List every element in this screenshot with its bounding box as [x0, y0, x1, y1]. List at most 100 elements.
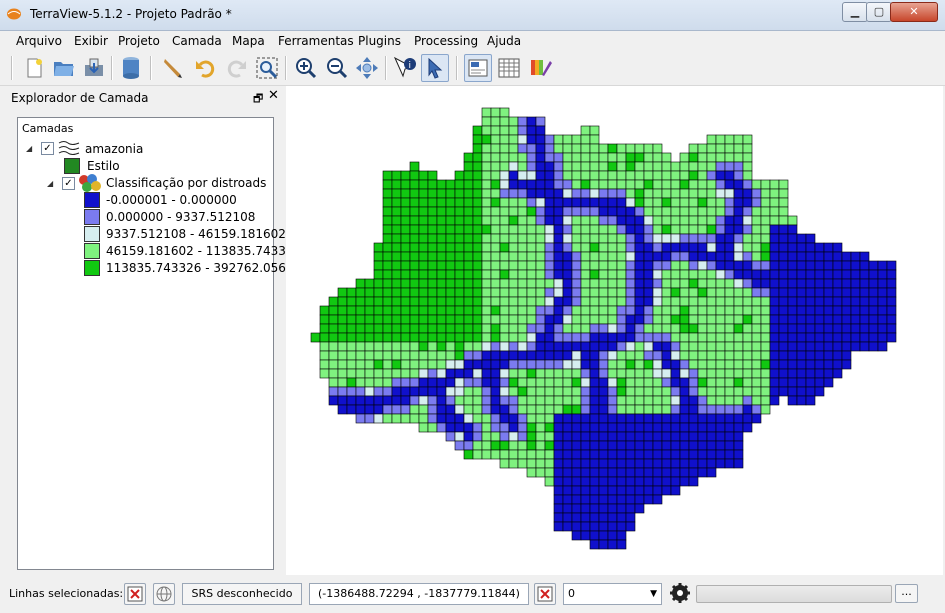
- map-cell: [580, 242, 591, 253]
- map-cell: [643, 224, 654, 235]
- select-pointer-icon[interactable]: [421, 54, 449, 82]
- map-display[interactable]: [286, 86, 943, 575]
- clear-selection-icon[interactable]: [124, 583, 146, 605]
- map-cell: [778, 251, 789, 262]
- map-cell: [706, 224, 717, 235]
- map-cell: [733, 269, 744, 280]
- more-button[interactable]: ...: [895, 584, 918, 603]
- zoom-extent-icon[interactable]: [253, 54, 281, 82]
- draw-pencil-icon[interactable]: [159, 54, 187, 82]
- menu-processing[interactable]: Processing: [414, 34, 478, 48]
- map-cell: [553, 152, 564, 163]
- map-cell: [679, 161, 690, 172]
- map-cell: [850, 269, 861, 280]
- map-cell: [562, 188, 573, 199]
- redo-icon[interactable]: [223, 54, 251, 82]
- map-cell: [499, 179, 510, 190]
- map-cell: [688, 440, 699, 451]
- layer-name[interactable]: amazonia: [85, 142, 143, 156]
- map-cell: [517, 233, 528, 244]
- map-cell: [373, 314, 384, 325]
- zoom-in-icon[interactable]: [292, 54, 320, 82]
- map-cell: [544, 296, 555, 307]
- classification-label[interactable]: Classificação por distroads: [106, 176, 266, 190]
- map-cell: [472, 314, 483, 325]
- map-cell: [535, 251, 546, 262]
- map-cell: [751, 377, 762, 388]
- menu-plugins[interactable]: Plugins: [358, 34, 401, 48]
- close-button[interactable]: ✕: [890, 2, 938, 22]
- map-cell: [517, 449, 528, 460]
- scale-combo[interactable]: 0 ▼: [563, 583, 662, 605]
- save-project-icon[interactable]: [80, 54, 108, 82]
- map-cell: [463, 188, 474, 199]
- menu-ferramentas[interactable]: Ferramentas: [278, 34, 354, 48]
- menu-camada[interactable]: Camada: [172, 34, 222, 48]
- map-cell: [562, 404, 573, 415]
- map-cell: [751, 215, 762, 226]
- globe-icon[interactable]: [153, 583, 175, 605]
- float-dock-icon[interactable]: 🗗: [253, 90, 263, 109]
- map-cell: [418, 269, 429, 280]
- map-cell: [382, 404, 393, 415]
- pan-icon[interactable]: [353, 54, 381, 82]
- map-cell: [355, 413, 366, 424]
- map-cell: [571, 170, 582, 181]
- add-layer-database-icon[interactable]: [117, 54, 145, 82]
- menu-arquivo[interactable]: Arquivo: [16, 34, 62, 48]
- map-cell: [706, 323, 717, 334]
- map-cell: [580, 413, 591, 424]
- map-cell: [508, 125, 519, 136]
- settings-gear-icon[interactable]: [669, 582, 691, 607]
- undo-icon[interactable]: [191, 54, 219, 82]
- map-cell: [643, 404, 654, 415]
- map-cell: [643, 368, 654, 379]
- chevron-down-icon[interactable]: ▼: [650, 584, 657, 604]
- menu-exibir[interactable]: Exibir: [74, 34, 108, 48]
- map-cell: [724, 323, 735, 334]
- menu-projeto[interactable]: Projeto: [118, 34, 160, 48]
- zoom-out-icon[interactable]: [323, 54, 351, 82]
- map-cell: [607, 161, 618, 172]
- display-map-icon[interactable]: [464, 54, 492, 82]
- stop-icon[interactable]: [534, 583, 556, 605]
- map-cell: [463, 386, 474, 397]
- map-cell: [526, 152, 537, 163]
- menu-ajuda[interactable]: Ajuda: [487, 34, 521, 48]
- map-cell: [562, 161, 573, 172]
- info-icon[interactable]: i: [391, 54, 419, 82]
- map-cell: [526, 296, 537, 307]
- map-cell: [544, 188, 555, 199]
- map-canvas[interactable]: [286, 86, 943, 575]
- map-cell: [643, 494, 654, 505]
- map-cell: [670, 188, 681, 199]
- map-cell: [733, 134, 744, 145]
- map-cell: [589, 404, 600, 415]
- layer-visibility-checkbox[interactable]: ✓: [41, 142, 54, 155]
- map-cell: [625, 206, 636, 217]
- classification-visibility-checkbox[interactable]: ✓: [62, 177, 75, 190]
- map-cell: [535, 215, 546, 226]
- close-dock-icon[interactable]: ✕: [268, 88, 279, 103]
- open-project-icon[interactable]: [50, 54, 78, 82]
- srs-button[interactable]: SRS desconhecido: [182, 583, 302, 605]
- menu-mapa[interactable]: Mapa: [232, 34, 265, 48]
- style-palette-icon[interactable]: [527, 54, 555, 82]
- expand-arrow-icon[interactable]: ◢: [26, 144, 32, 153]
- table-view-icon[interactable]: [495, 54, 523, 82]
- map-cell: [625, 359, 636, 370]
- map-cell: [481, 278, 492, 289]
- map-cell: [400, 260, 411, 271]
- map-cell: [643, 260, 654, 271]
- map-cell: [688, 260, 699, 271]
- map-cell: [616, 350, 627, 361]
- map-cell: [769, 341, 780, 352]
- maximize-button[interactable]: ▢: [866, 2, 892, 22]
- map-cell: [742, 179, 753, 190]
- map-cell: [769, 197, 780, 208]
- map-cell: [688, 314, 699, 325]
- minimize-button[interactable]: ▁: [842, 2, 868, 22]
- map-cell: [535, 116, 546, 127]
- new-project-icon[interactable]: [20, 54, 48, 82]
- expand-arrow-icon[interactable]: ◢: [47, 179, 53, 188]
